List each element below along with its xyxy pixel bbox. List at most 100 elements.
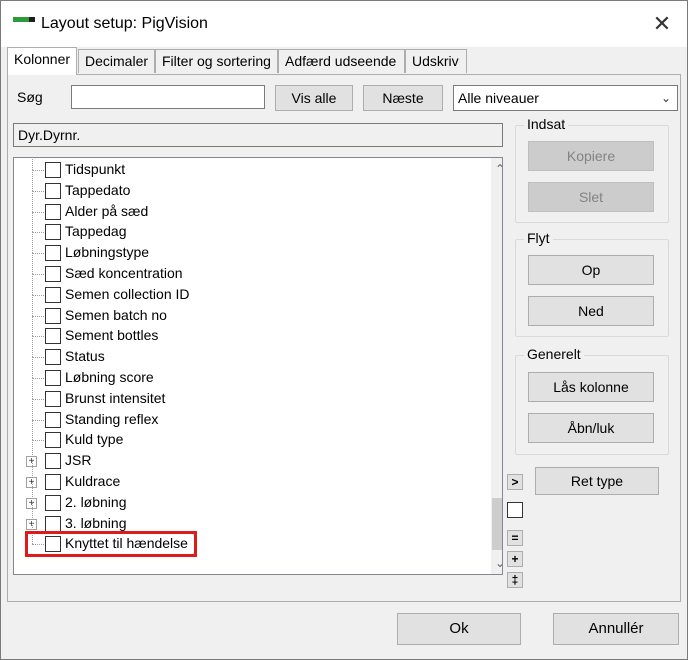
side-checkbox[interactable] [507,502,523,518]
tree-item-checkbox[interactable] [45,453,61,470]
tree-item-label: Kuld type [65,431,124,448]
tree-item-checkbox[interactable] [45,328,61,345]
window-title: Layout setup: PigVision [41,15,208,32]
cancel-button[interactable]: Annullér [553,613,679,645]
arrow-right-button[interactable]: > [507,474,523,490]
tree-item-label: Løbningstype [65,244,150,261]
chevron-down-icon: ⌄ [660,91,671,105]
tree-item-label: 2. løbning [65,493,127,510]
expand-all-button[interactable]: ‡ [507,572,523,588]
tree-connector-dots [32,294,46,296]
tree-item-checkbox[interactable] [45,266,61,282]
toggle-open-close-button[interactable]: Åbn/luk [528,413,654,443]
delete-button[interactable]: Slet [528,182,654,212]
tree-connector-line [32,158,33,170]
tree-item-label: Sæd koncentration [65,265,183,281]
tree-item[interactable]: Løbningstype [14,232,480,263]
tree-item-checkbox[interactable] [45,224,61,241]
move-down-button[interactable]: Ned [528,296,654,326]
tree-item[interactable]: Status [14,336,480,367]
tree-item-label: Sement bottles [65,327,159,344]
move-up-button[interactable]: Op [528,255,654,285]
tree-item-label: Tappedato [65,181,131,198]
tree-connector-line [32,315,33,337]
expand-button[interactable]: + [507,551,523,567]
column-tree[interactable]: Tidspunkt Tappedato Alder på sæd Tappedag Lø… [13,157,503,575]
tree-item-checkbox[interactable] [45,203,61,220]
scroll-down-icon[interactable]: ⌄ [491,554,502,572]
search-input[interactable] [71,85,265,109]
tree-item[interactable]: + JSR [14,440,480,471]
tree-connector-dots [32,357,46,359]
ok-button[interactable]: Ok [397,613,521,645]
tree-item[interactable]: Semen batch no [14,294,480,326]
tree-item-checkbox[interactable] [45,370,61,386]
tree-connector-line [32,190,33,212]
search-label: Søg [17,89,43,105]
tree-item-checkbox[interactable] [45,307,61,324]
tree-connector-line [32,398,33,420]
tree-item-label: Brunst intensitet [65,389,166,406]
next-button[interactable]: Næste [363,85,443,111]
copy-button[interactable]: Kopiere [528,141,654,171]
tree-item[interactable]: Brunst intensitet [14,377,480,409]
tree-item-label: Løbning score [65,369,154,385]
tree-item[interactable]: Semen collection ID [14,273,480,305]
tree-connector-dots [32,336,46,338]
tree-connector-dots [32,398,46,400]
tree-item-label: Alder på sæd [65,202,149,219]
tab-decimaler[interactable]: Decimaler [78,49,155,73]
tree-item[interactable]: Sement bottles [14,315,480,346]
tree-item-label: Standing reflex [65,410,159,427]
tree-item-checkbox[interactable] [45,411,61,428]
level-select[interactable]: Alle niveauer ⌄ [453,85,678,111]
tree-item-checkbox[interactable] [45,245,61,262]
show-all-button[interactable]: Vis alle [275,85,353,111]
change-type-button[interactable]: Ret type [535,467,659,495]
tree-item[interactable]: Løbning score [14,357,480,388]
tree-item[interactable]: Sæd koncentration [14,253,480,284]
layout-setup-dialog: Layout setup: PigVision ✕ Kolonner Decim… [0,0,688,660]
group-indsat-title: Indsat [524,116,569,132]
tree-connector-dots [32,190,46,192]
tree-item-checkbox[interactable] [45,390,61,407]
tree-connector-line [32,273,33,295]
app-icon [13,17,35,22]
tree-item-label: Status [65,348,105,365]
tree-connector-line [32,232,33,254]
tree-item-label: Tidspunkt [65,161,126,177]
tree-item[interactable]: Standing reflex [14,398,480,430]
tree-connector-dots [32,170,46,171]
tree-connector-dots [32,315,46,317]
tree-connector-dots [32,274,46,275]
scroll-thumb[interactable] [492,498,502,550]
tree-item-checkbox[interactable] [45,474,61,490]
tab-udskriv[interactable]: Udskriv [405,49,467,73]
tree-item[interactable]: Tappedag [14,211,480,242]
tree-item[interactable]: Tappedato [14,169,480,201]
tree-scrollbar[interactable]: ⌃ ⌄ [491,158,502,574]
scroll-up-icon[interactable]: ⌃ [491,160,502,178]
equal-button[interactable]: = [507,530,523,546]
tree-item-checkbox[interactable] [45,432,61,449]
tree-item[interactable]: Kuld type [14,419,480,450]
tree-item-checkbox[interactable] [45,349,61,366]
tree-item-checkbox[interactable] [45,162,61,178]
close-icon[interactable]: ✕ [647,9,677,39]
tree-item-checkbox[interactable] [45,515,61,532]
tab-filter-og-sortering[interactable]: Filter og sortering [155,49,278,73]
tree-item-label: Semen collection ID [65,285,190,302]
tree-item[interactable]: Tidspunkt [14,158,480,180]
tab-kolonner[interactable]: Kolonner [7,47,77,75]
tree-item[interactable]: Alder på sæd [14,190,480,222]
tree-connector-dots [32,440,46,442]
tree-item-checkbox[interactable] [45,182,61,199]
tree-item-checkbox[interactable] [45,286,61,303]
tree-item[interactable]: + Kuldrace [14,461,480,492]
title-bar: Layout setup: PigVision ✕ [1,1,687,47]
tree-item[interactable]: +2. løbning [14,481,480,513]
tree-connector-line [32,357,33,378]
tree-item-checkbox[interactable] [45,494,61,511]
lock-column-button[interactable]: Lås kolonne [528,372,654,402]
tab-adfaerd-udseende[interactable]: Adfærd udseende [278,49,405,73]
